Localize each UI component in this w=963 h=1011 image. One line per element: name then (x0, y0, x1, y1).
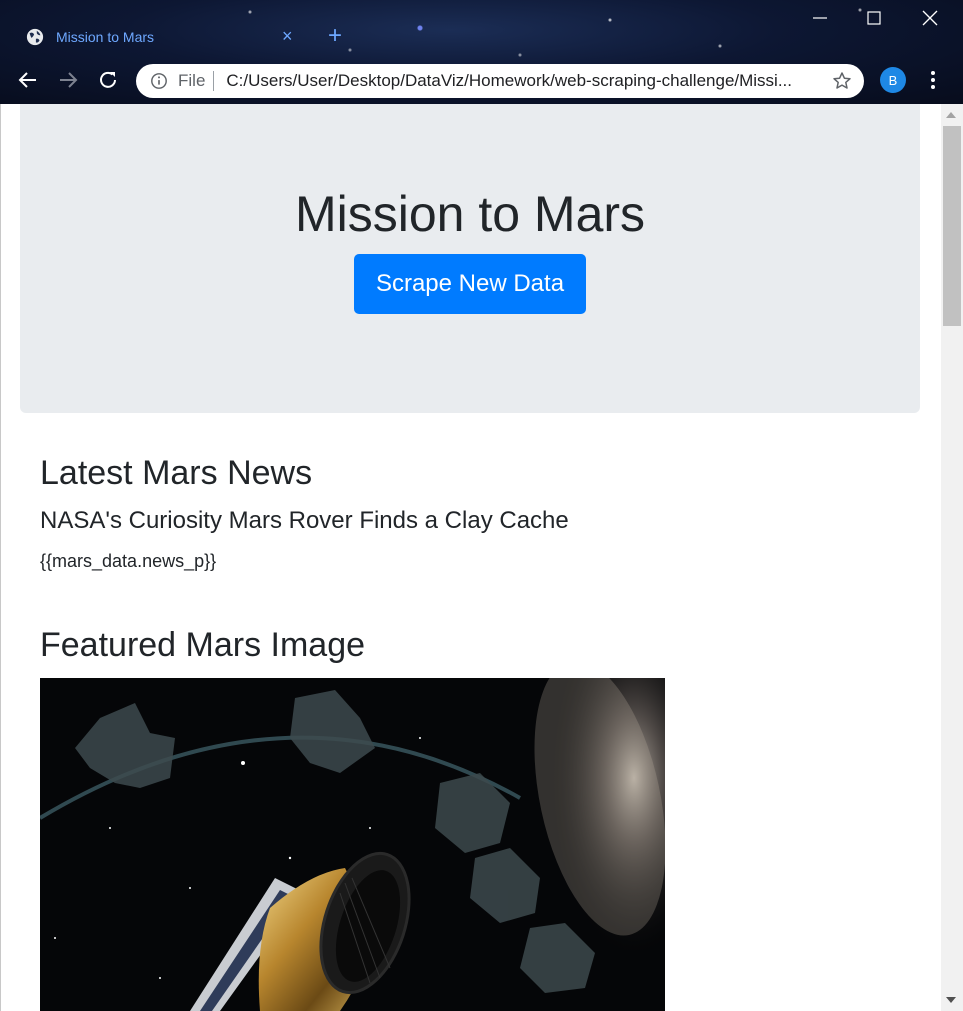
profile-avatar[interactable]: B (880, 67, 906, 93)
vertical-scrollbar[interactable] (941, 104, 963, 1011)
featured-image-heading: Featured Mars Image (40, 626, 366, 664)
latest-news-heading: Latest Mars News (40, 454, 313, 492)
maximize-icon[interactable] (864, 8, 884, 28)
featured-mars-image (40, 678, 665, 1011)
url-text[interactable]: C:/Users/User/Desktop/DataViz/Homework/w… (226, 71, 816, 91)
info-icon[interactable] (150, 72, 168, 90)
news-paragraph: {{mars_data.news_p}} (40, 551, 217, 571)
more-menu-icon[interactable] (930, 70, 936, 90)
tab-close-icon[interactable]: × (282, 26, 293, 46)
forward-icon[interactable] (56, 68, 80, 92)
globe-icon (26, 28, 44, 46)
scrollbar-thumb[interactable] (943, 126, 961, 326)
address-bar[interactable]: File C:/Users/User/Desktop/DataViz/Homew… (136, 64, 864, 98)
jumbotron: Mission to Mars Scrape New Data (20, 104, 920, 413)
browser-tab[interactable]: Mission to Mars × (14, 20, 314, 54)
browser-chrome: Mission to Mars × + File C:/Users/User/D… (0, 0, 963, 104)
tab-title: Mission to Mars (56, 29, 155, 45)
scroll-up-arrow-icon[interactable] (946, 112, 956, 118)
scrape-new-data-button[interactable]: Scrape New Data (354, 254, 586, 314)
bookmark-star-icon[interactable] (832, 71, 852, 91)
news-title: NASA's Curiosity Mars Rover Finds a Clay… (40, 507, 569, 534)
scheme-label: File (178, 71, 206, 90)
page-viewport: Mission to Mars Scrape New Data Latest M… (0, 104, 963, 1011)
reload-icon[interactable] (96, 68, 120, 92)
scroll-down-arrow-icon[interactable] (946, 997, 956, 1003)
page-title: Mission to Mars (294, 186, 646, 242)
new-tab-icon[interactable]: + (328, 24, 342, 48)
close-window-icon[interactable] (920, 8, 940, 28)
back-icon[interactable] (16, 68, 40, 92)
minimize-icon[interactable] (810, 8, 830, 28)
omnibox-divider (213, 71, 215, 91)
